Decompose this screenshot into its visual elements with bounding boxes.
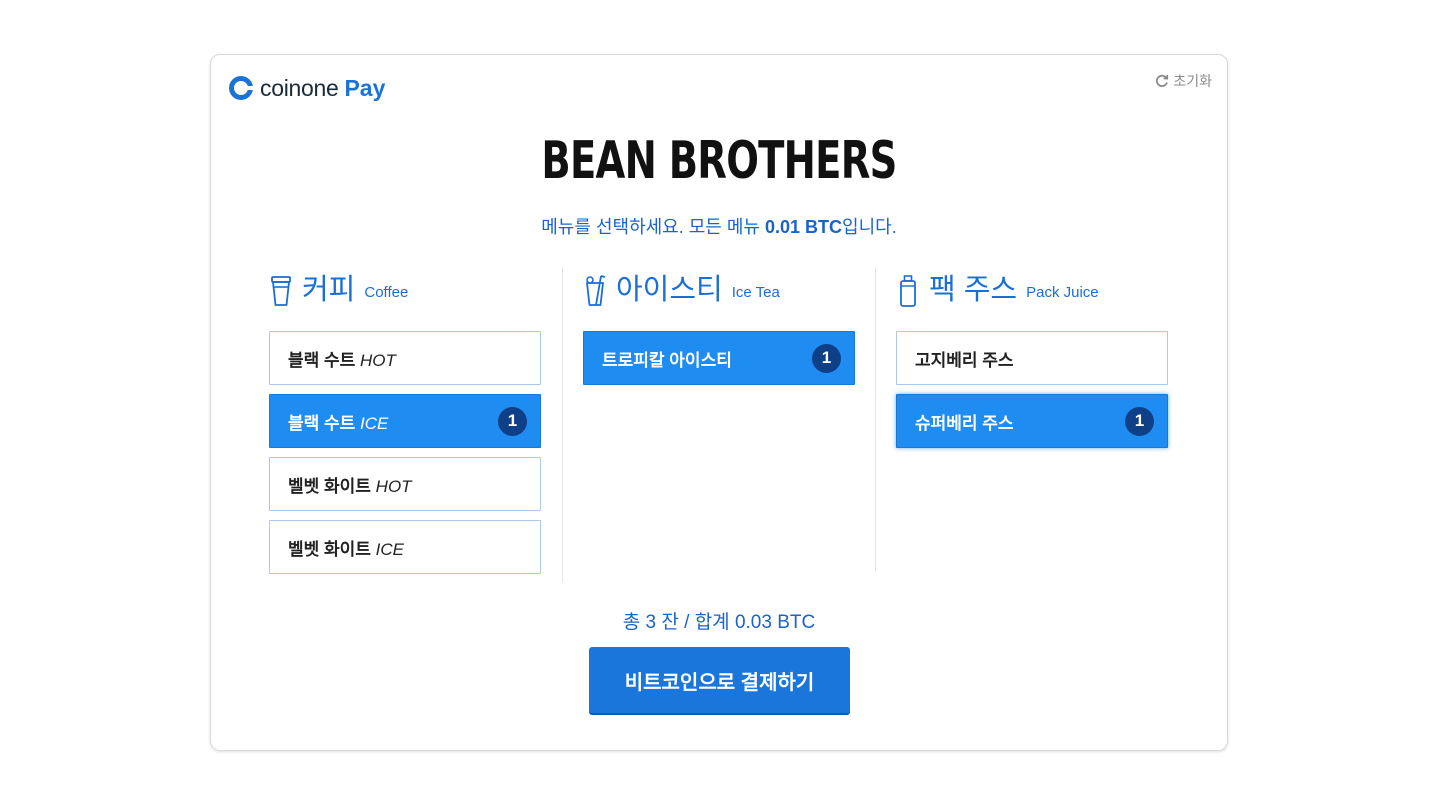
category-title-en: Ice Tea <box>731 284 780 301</box>
payment-card: coinone Pay 초기화 BEAN BROTHERS 메뉴를 선택하세요.… <box>210 54 1228 751</box>
category-header: 팩 주스 Pack Juice <box>896 268 1210 308</box>
category-title-en: Coffee <box>364 284 409 301</box>
category-pack-juice: 팩 주스 Pack Juice 고지베리 주스 슈퍼베리 주스 1 <box>896 268 1210 457</box>
store-title: BEAN BROTHERS <box>541 131 897 191</box>
quantity-badge: 1 <box>812 343 841 373</box>
menu-item-tropical-ice-tea[interactable]: 트로피칼 아이스티 1 <box>583 331 855 385</box>
menu-list: 블랙 수트 HOT 블랙 수트 ICE 1 벨벳 화이트 HOT 벨벳 화이트 … <box>269 331 583 574</box>
category-header: 아이스티 Ice Tea <box>583 268 897 308</box>
menu-item-super-berry-juice[interactable]: 슈퍼베리 주스 1 <box>896 394 1168 448</box>
menu-item-goji-berry-juice[interactable]: 고지베리 주스 <box>896 331 1168 385</box>
menu-instruction: 메뉴를 선택하세요. 모든 메뉴 0.01 BTC입니다. <box>211 213 1227 239</box>
refresh-icon <box>1156 74 1169 87</box>
instruction-price: 0.01 BTC <box>765 217 843 237</box>
coinone-logo-icon <box>229 76 254 100</box>
category-ice-tea: 아이스티 Ice Tea 트로피칼 아이스티 1 <box>583 268 897 394</box>
category-title-kr: 팩 주스 <box>929 274 1018 306</box>
category-coffee: 커피 Coffee 블랙 수트 HOT 블랙 수트 ICE 1 벨벳 화이트 H… <box>269 268 583 583</box>
cup-icon <box>271 276 291 306</box>
menu-item-black-suit-ice[interactable]: 블랙 수트 ICE 1 <box>269 394 541 448</box>
menu-list: 트로피칼 아이스티 1 <box>583 331 897 385</box>
menu-list: 고지베리 주스 슈퍼베리 주스 1 <box>896 331 1210 448</box>
brand-pay: Pay <box>344 74 386 101</box>
menu-item-velvet-white-hot[interactable]: 벨벳 화이트 HOT <box>269 457 541 511</box>
menu-item-label: 트로피칼 아이스티 <box>602 350 732 370</box>
menu-item-label: 벨벳 화이트 ICE <box>288 539 405 559</box>
quantity-badge: 1 <box>1125 406 1154 436</box>
menu-item-label: 블랙 수트 HOT <box>288 350 396 370</box>
menu-item-black-suit-hot[interactable]: 블랙 수트 HOT <box>269 331 541 385</box>
coinone-pay-logo: coinone Pay <box>228 74 385 102</box>
menu-item-label: 벨벳 화이트 HOT <box>288 476 412 496</box>
category-title-kr: 커피 <box>302 274 356 306</box>
menu-item-velvet-white-ice[interactable]: 벨벳 화이트 ICE <box>269 520 541 574</box>
instruction-prefix: 메뉴를 선택하세요. 모든 메뉴 <box>541 217 765 237</box>
menu-item-label: 고지베리 주스 <box>915 350 1014 370</box>
reset-label: 초기화 <box>1173 73 1212 89</box>
category-title-kr: 아이스티 <box>616 274 723 306</box>
instruction-suffix: 입니다. <box>842 217 897 237</box>
reset-button[interactable]: 초기화 <box>1155 71 1212 91</box>
menu-item-label: 블랙 수트 ICE <box>288 413 389 433</box>
order-summary: 총 3 잔 / 합계 0.03 BTC <box>622 612 816 633</box>
iced-drink-icon <box>586 275 606 306</box>
brand-word: coinone <box>260 74 339 101</box>
pay-with-bitcoin-button[interactable]: 비트코인으로 결제하기 <box>589 647 850 713</box>
quantity-badge: 1 <box>498 406 527 436</box>
category-header: 커피 Coffee <box>269 268 583 308</box>
juice-pack-icon <box>900 275 916 307</box>
category-title-en: Pack Juice <box>1026 284 1099 301</box>
menu-item-label: 슈퍼베리 주스 <box>915 413 1014 433</box>
